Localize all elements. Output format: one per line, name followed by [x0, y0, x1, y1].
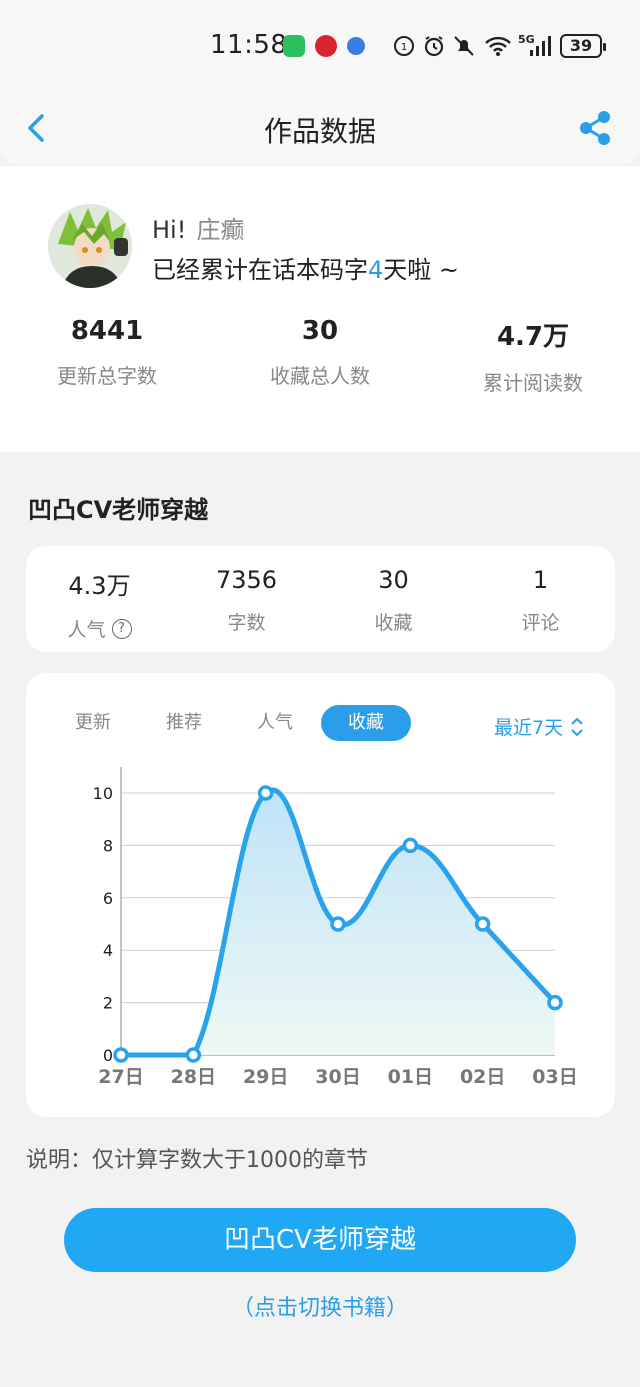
svg-text:1: 1: [401, 42, 407, 53]
status-time: 11:58: [210, 30, 288, 60]
app-notification-icon: [315, 35, 337, 57]
alarm-icon: [422, 34, 446, 58]
x-tick-label: 29日: [243, 1066, 288, 1088]
book-metrics-card: 4.3万 人气? 7356 字数 30 收藏 1 评论: [26, 546, 615, 652]
metric-value: 4.3万: [68, 572, 131, 600]
x-tick-label: 01日: [388, 1066, 433, 1088]
stat-value: 30: [301, 316, 339, 346]
data-point: [547, 994, 563, 1011]
x-tick-label: 30日: [315, 1066, 360, 1088]
browser-icon: [347, 37, 365, 55]
wifi-icon: [484, 34, 512, 58]
x-tick-label: 28日: [171, 1066, 216, 1088]
stat-total-reads: 4.7万 累计阅读数: [426, 316, 640, 396]
wechat-icon: [283, 35, 305, 57]
slogan-prefix: 已经累计在话本码字: [152, 256, 368, 284]
page-title: 作品数据: [263, 115, 376, 148]
metric-popularity: 4.3万 人气?: [26, 566, 173, 642]
mute-icon: [452, 34, 476, 58]
data-point: [113, 1047, 129, 1063]
switch-book-link[interactable]: （点击切换书籍）: [0, 1290, 640, 1322]
chart-note: 说明：仅计算字数大于1000的章节: [26, 1148, 368, 1173]
greeting-text: Hi!: [152, 216, 187, 244]
stat-total-words: 8441 更新总字数: [0, 316, 214, 389]
writing-days-count: 4: [368, 256, 384, 284]
y-tick-label: 4: [103, 941, 113, 960]
slogan-suffix: 天啦 ~: [383, 256, 460, 284]
stat-label: 收藏总人数: [270, 364, 370, 388]
data-point: [330, 916, 346, 932]
user-name: 庄癫: [196, 216, 245, 244]
x-tick-label: 02日: [460, 1066, 505, 1088]
data-point: [257, 785, 274, 801]
book-title: 凹凸CV老师穿越: [28, 496, 209, 524]
metric-favorites: 30 收藏: [320, 566, 467, 635]
metric-value: 30: [378, 566, 409, 594]
metric-words: 7356 字数: [173, 566, 320, 635]
data-saver-icon: 1: [392, 34, 416, 58]
chart-card: 更新 推荐 人气 收藏 最近7天 0 2 4 6 8 10 27日 28日 29日 30日 01日 0…: [26, 673, 615, 1117]
stat-total-favorites: 30 收藏总人数: [213, 316, 427, 389]
metric-comments: 1 评论: [467, 566, 614, 635]
x-tick-label: 03日: [532, 1066, 577, 1088]
signal-icon: [528, 34, 552, 58]
metric-value: 1: [532, 566, 549, 594]
share-button[interactable]: [576, 108, 616, 148]
data-point: [185, 1047, 202, 1063]
battery-indicator: 39: [560, 34, 606, 58]
metric-label: 评论: [521, 612, 560, 634]
share-icon: [580, 111, 610, 145]
book-button[interactable]: 凹凸CV老师穿越: [64, 1208, 576, 1272]
x-tick-label: 27日: [98, 1066, 143, 1088]
header: 作品数据: [0, 92, 640, 164]
y-tick-label: 10: [93, 784, 113, 803]
data-point: [402, 837, 419, 854]
help-icon[interactable]: ?: [111, 618, 132, 639]
writing-days-text: 已经累计在话本码字4天啦 ~: [152, 250, 459, 285]
metric-label: 收藏: [374, 612, 413, 634]
metric-label: 人气: [67, 619, 106, 641]
metric-value: 7356: [215, 566, 278, 594]
y-tick-label: 2: [103, 994, 113, 1013]
profile-card: Hi! 庄癫 已经累计在话本码字4天啦 ~ 8441 更新总字数 30 收藏总人数…: [0, 166, 640, 452]
avatar[interactable]: [48, 204, 132, 288]
data-point: [474, 916, 491, 932]
stat-label: 累计阅读数: [483, 371, 583, 395]
stat-value: 4.7万: [496, 322, 570, 352]
y-tick-label: 6: [103, 889, 113, 908]
stat-value: 8441: [70, 316, 144, 346]
favorites-chart: 0 2 4 6 8 10 27日 28日 29日 30日 01日 02日 03日: [93, 767, 578, 1088]
y-tick-label: 0: [103, 1046, 113, 1065]
status-bar: 11:58 1 5G 39: [0, 0, 640, 92]
y-tick-label: 8: [103, 836, 113, 855]
greeting: Hi! 庄癫: [152, 210, 244, 245]
stat-label: 更新总字数: [57, 364, 157, 388]
metric-label: 字数: [227, 612, 266, 634]
